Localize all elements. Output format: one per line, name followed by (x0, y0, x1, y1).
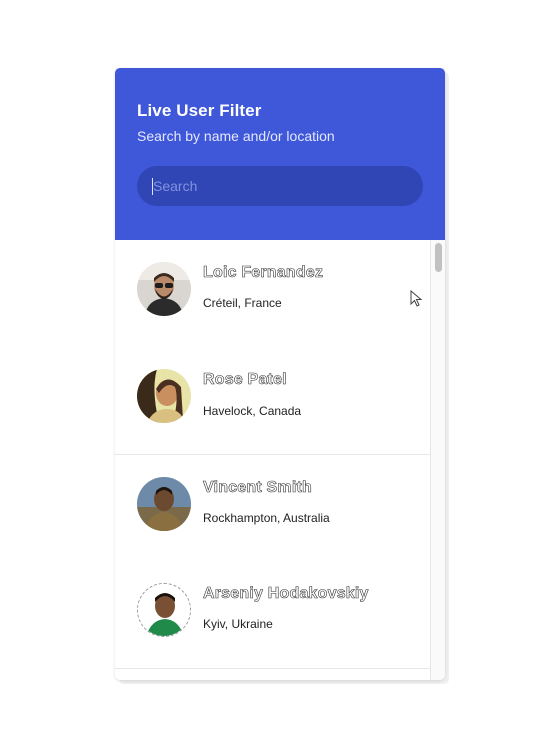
list-item[interactable]: Arseniy Hodakovskiy Kyiv, Ukraine (115, 561, 430, 668)
user-name: Arseniy Hodakovskiy (203, 585, 369, 603)
avatar (137, 477, 191, 531)
avatar (137, 369, 191, 423)
list-item[interactable]: Loic Fernandez Créteil, France (115, 240, 430, 347)
text-caret (152, 178, 153, 195)
user-list[interactable]: Loic Fernandez Créteil, France Rose Pate… (115, 240, 430, 680)
scrollbar[interactable] (430, 240, 445, 680)
avatar (137, 583, 191, 637)
user-location: Créteil, France (203, 296, 282, 310)
user-filter-card: Live User Filter Search by name and/or l… (115, 68, 445, 680)
page-title: Live User Filter (137, 101, 262, 120)
list-item[interactable]: Rose Patel Havelock, Canada (115, 347, 430, 454)
user-location: Rockhampton, Australia (203, 511, 330, 525)
search-input[interactable] (137, 166, 423, 206)
list-item[interactable] (115, 668, 430, 680)
user-name: Vincent Smith (203, 479, 312, 497)
page-subtitle: Search by name and/or location (137, 128, 335, 144)
header: Live User Filter Search by name and/or l… (115, 68, 445, 240)
list-item[interactable]: Vincent Smith Rockhampton, Australia (115, 454, 430, 561)
user-name: Loic Fernandez (203, 264, 324, 282)
mouse-cursor-icon (410, 290, 423, 307)
user-name: Rose Patel (203, 371, 287, 389)
user-location: Kyiv, Ukraine (203, 617, 273, 631)
avatar (137, 262, 191, 316)
user-location: Havelock, Canada (203, 404, 302, 418)
scrollbar-thumb[interactable] (435, 243, 442, 272)
